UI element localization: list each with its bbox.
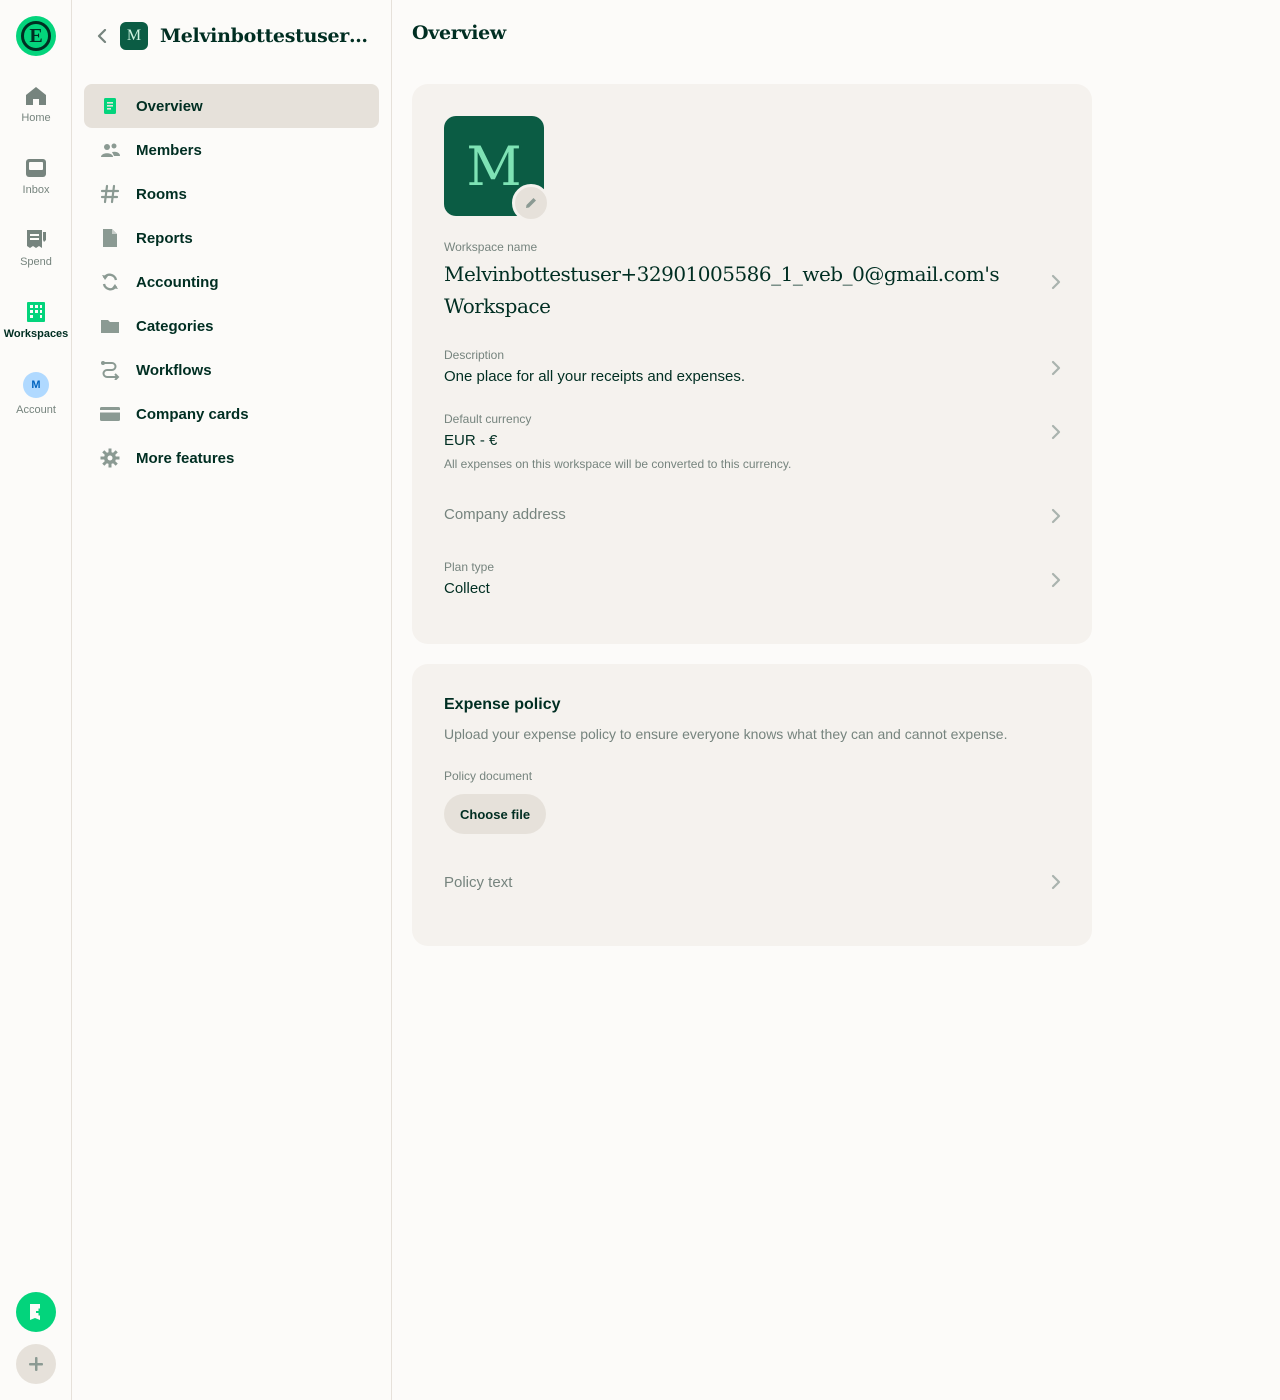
hashtag-icon [100,184,120,204]
menu-label-members: Members [136,141,202,159]
menu-label-accounting: Accounting [136,273,219,291]
menu-item-company-cards[interactable]: Company cards [84,392,379,436]
chevron-right-icon [1051,360,1061,376]
menu-label-overview: Overview [136,97,203,115]
description-value: One place for all your receipts and expe… [444,368,746,385]
workspace-sidebar: M Melvinbottestuser+3... Overview Member… [72,0,392,1400]
currency-label: Default currency [444,412,532,426]
expense-policy-subtitle: Upload your expense policy to ensure eve… [444,726,1008,742]
choose-file-button[interactable]: Choose file [444,794,547,834]
menu-label-more-features: More features [136,449,235,467]
chevron-right-icon [1051,572,1061,588]
menu-item-reports[interactable]: Reports [84,216,379,260]
menu-label-reports: Reports [136,229,193,247]
pencil-icon [526,198,536,208]
rail-item-home[interactable]: Home [0,84,72,144]
credit-card-icon [100,407,120,421]
gear-icon [100,448,120,468]
rail-item-account[interactable]: M Account [0,372,72,432]
menu-item-overview[interactable]: Overview [84,84,379,128]
building-icon [27,302,45,322]
left-rail: E Home Inbox Spend Workspaces M Account [0,0,72,1400]
company-address-label: Company address [444,506,566,523]
rail-item-workspaces[interactable]: Workspaces [0,300,72,360]
menu-item-rooms[interactable]: Rooms [84,172,379,216]
rail-label-spend: Spend [20,256,52,268]
plan-type-value: Collect [444,580,490,597]
file-icon [103,229,117,247]
workspace-name-label: Workspace name [444,240,538,254]
receipt-icon [27,230,46,248]
logo-letter: E [21,21,51,51]
menu-item-more-features[interactable]: More features [84,436,379,480]
rail-label-home: Home [21,112,51,124]
chevron-right-icon [1051,508,1061,524]
policy-text-row[interactable]: Policy text [444,874,1064,891]
currency-row[interactable]: Default currency EUR - € All expenses on… [444,412,1064,471]
folder-icon [101,320,119,333]
expense-policy-title: Expense policy [444,696,561,713]
overview-card: M Workspace name Melvinbottestuser+32901… [412,84,1092,644]
policy-document-label: Policy document [444,769,533,783]
chevron-left-icon [97,29,107,43]
workspace-title: Melvinbottestuser+3... [160,25,370,47]
currency-hint: All expenses on this workspace will be c… [444,457,792,471]
company-address-row[interactable]: Company address [444,506,1064,524]
menu-label-rooms: Rooms [136,185,187,203]
rail-label-account: Account [16,404,56,416]
workspace-name-row[interactable]: Workspace name Melvinbottestuser+3290100… [444,240,1064,322]
expensify-logo[interactable]: E [16,16,56,56]
inbox-icon [26,159,46,177]
policy-text-label: Policy text [444,874,513,891]
rail-item-inbox[interactable]: Inbox [0,156,72,216]
menu-label-categories: Categories [136,317,214,335]
workflow-icon [101,361,120,380]
workspace-menu: Overview Members Rooms Reports Accountin… [84,84,379,480]
create-button[interactable] [16,1344,56,1384]
chevron-right-icon [1051,874,1061,890]
sync-icon [102,273,118,291]
menu-item-categories[interactable]: Categories [84,304,379,348]
expense-policy-card: Expense policy Upload your expense polic… [412,664,1092,946]
currency-value: EUR - € [444,432,498,449]
chevron-right-icon [1051,424,1061,440]
plan-type-label: Plan type [444,560,495,574]
page-title: Overview [412,22,506,44]
account-avatar: M [23,372,49,398]
description-row[interactable]: Description One place for all your recei… [444,348,1064,385]
workspace-name-value: Melvinbottestuser+32901005586_1_web_0@gm… [444,262,1000,318]
menu-label-workflows: Workflows [136,361,212,379]
new-expense-button[interactable] [16,1292,56,1332]
users-icon [101,143,120,157]
home-icon [26,87,46,105]
sidebar-header: M Melvinbottestuser+3... [72,0,392,72]
plus-icon [29,1357,43,1371]
receipt-plus-icon [30,1304,43,1320]
menu-item-members[interactable]: Members [84,128,379,172]
document-icon [104,98,116,114]
edit-avatar-button[interactable] [512,184,550,222]
policy-document-row: Policy document [444,769,1064,783]
workspace-avatar-small: M [120,22,148,50]
description-label: Description [444,348,505,362]
rail-label-workspaces: Workspaces [3,328,69,340]
rail-label-inbox: Inbox [22,184,50,196]
chevron-right-icon [1051,274,1061,290]
menu-item-accounting[interactable]: Accounting [84,260,379,304]
menu-label-company-cards: Company cards [136,405,249,423]
plan-type-row[interactable]: Plan type Collect [444,560,1064,597]
back-button[interactable] [92,26,112,46]
rail-item-spend[interactable]: Spend [0,228,72,288]
menu-item-workflows[interactable]: Workflows [84,348,379,392]
